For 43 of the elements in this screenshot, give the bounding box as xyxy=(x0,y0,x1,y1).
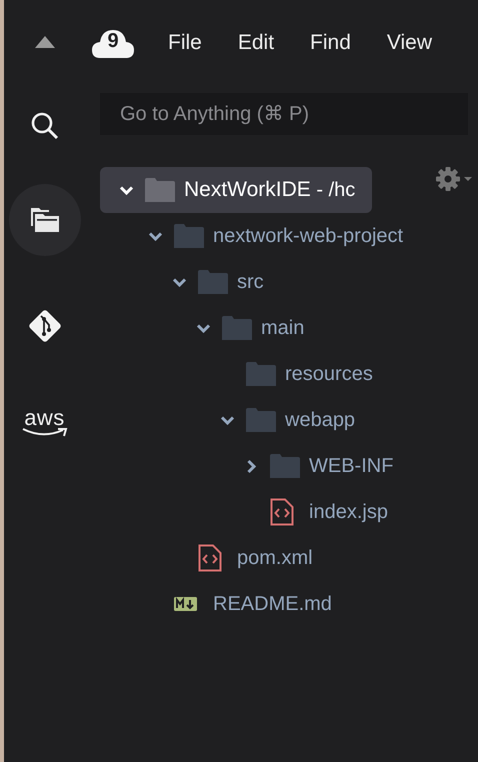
code-file-icon xyxy=(270,498,294,526)
file-name: nextwork-web-project xyxy=(213,224,404,248)
gear-icon[interactable] xyxy=(436,167,472,193)
tree-row[interactable]: README.md xyxy=(100,581,468,627)
tree-row[interactable]: src xyxy=(100,259,468,305)
folder-icon xyxy=(246,362,276,386)
tree-row[interactable]: index.jsp xyxy=(100,489,468,535)
menu-item[interactable]: Edit xyxy=(238,31,274,55)
file-name: resources xyxy=(285,362,373,386)
tree-row[interactable]: nextwork-web-project xyxy=(100,213,468,259)
sidebar-tab[interactable]: aws xyxy=(8,387,80,459)
smile-arrow-icon xyxy=(20,427,68,437)
code-file-icon xyxy=(198,544,222,572)
file-name: index.jsp xyxy=(309,500,388,524)
menu-item[interactable]: View xyxy=(386,31,432,55)
tree-row[interactable]: resources xyxy=(100,351,468,397)
aws-logo-text: aws xyxy=(24,409,65,427)
folder-icon xyxy=(246,408,276,432)
folder-icon xyxy=(145,178,175,202)
file-name: README.md xyxy=(213,592,332,616)
tree-row[interactable]: main xyxy=(100,305,468,351)
file-name: pom.xml xyxy=(237,546,313,570)
file-name: NextWorkIDE - /hc xyxy=(184,178,356,202)
file-name: src xyxy=(237,270,264,294)
tree-row[interactable]: webapp xyxy=(100,397,468,443)
tree-row[interactable]: pom.xml xyxy=(100,535,468,581)
triangle-up-icon xyxy=(34,36,54,48)
markdown-file-icon xyxy=(174,597,197,611)
folder-icon xyxy=(270,454,300,478)
search-icon xyxy=(30,111,60,141)
menu-item[interactable]: Find xyxy=(310,31,351,55)
folder-icon xyxy=(198,270,228,294)
menu-item[interactable]: File xyxy=(168,31,202,55)
search-field[interactable]: Go to Anything (⌘ P) xyxy=(100,93,468,135)
file-name: main xyxy=(261,316,304,340)
file-name: webapp xyxy=(285,408,356,432)
selected-tree-row[interactable]: NextWorkIDE - /hc xyxy=(100,167,372,213)
file-name: WEB-INF xyxy=(309,454,394,478)
folder-icon xyxy=(222,316,252,340)
cloud-logo[interactable]: 9 xyxy=(92,28,134,58)
tree-row[interactable]: WEB-INF xyxy=(100,443,468,489)
folder-icon xyxy=(174,224,204,248)
folders-icon xyxy=(30,208,58,232)
